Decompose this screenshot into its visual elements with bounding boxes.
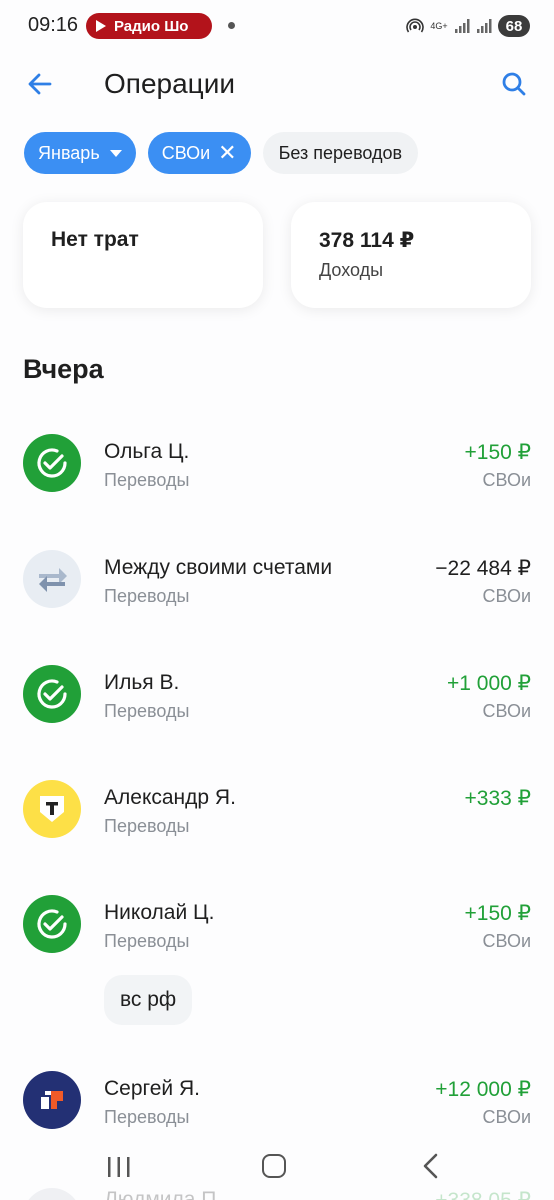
transaction-amount: −22 484 ₽ bbox=[435, 557, 531, 580]
transaction-name: Николай Ц. bbox=[104, 901, 215, 924]
expenses-card[interactable]: Нет трат bbox=[23, 202, 263, 308]
operations-screen: 09:16 Радио Шо 4G+ 68 Операции Январь СВ… bbox=[0, 0, 554, 1200]
sber-check-icon bbox=[23, 434, 81, 492]
transaction-tag: СВОи bbox=[482, 701, 531, 721]
top-app-bar: Операции bbox=[0, 58, 554, 110]
transaction-amount: +1 000 ₽ bbox=[446, 672, 531, 695]
chevron-down-icon bbox=[109, 149, 122, 157]
month-filter-chip[interactable]: Январь bbox=[24, 132, 136, 174]
status-icons: 4G+ 68 bbox=[406, 14, 530, 38]
arrow-left-icon bbox=[28, 73, 52, 95]
transaction-row[interactable]: Александр Я. Переводы +333 ₽ bbox=[0, 780, 554, 870]
signal-icon bbox=[455, 19, 470, 33]
transaction-amount: +150 ₽ bbox=[464, 441, 532, 464]
expenses-label: Нет трат bbox=[51, 228, 139, 251]
transaction-category: Переводы bbox=[104, 586, 190, 606]
filter-chips: Январь СВОи ✕ Без переводов bbox=[24, 132, 419, 174]
transaction-comment: вс рф bbox=[104, 975, 193, 1025]
transaction-amount: +150 ₽ bbox=[464, 902, 532, 925]
transaction-name: Между своими счетами bbox=[104, 556, 333, 579]
income-label: Доходы bbox=[319, 260, 384, 280]
status-time: 09:16 bbox=[28, 14, 79, 36]
tag-filter-label: СВОи bbox=[161, 142, 211, 163]
transaction-name: Александр Я. bbox=[104, 786, 236, 809]
transaction-row[interactable]: Ольга Ц. Переводы +150 ₽ СВОи bbox=[0, 434, 554, 524]
signal-icon-2 bbox=[477, 19, 492, 33]
system-nav-bar bbox=[0, 1142, 554, 1192]
transaction-tag: СВОи bbox=[482, 931, 531, 951]
income-card[interactable]: 378 114 ₽ Доходы bbox=[291, 202, 531, 308]
search-icon bbox=[502, 72, 526, 96]
section-date-header: Вчера bbox=[23, 354, 104, 384]
transaction-category: Переводы bbox=[104, 701, 190, 721]
media-pill-label: Радио Шо bbox=[114, 17, 189, 35]
sber-check-icon bbox=[23, 665, 81, 723]
transaction-name: Сергей Я. bbox=[104, 1077, 200, 1100]
transaction-row[interactable]: Николай Ц. Переводы +150 ₽ СВОи вс рф bbox=[0, 895, 554, 1025]
transaction-row[interactable]: Между своими счетами Переводы −22 484 ₽ … bbox=[0, 550, 554, 640]
battery-indicator: 68 bbox=[498, 15, 530, 37]
nav-back-icon[interactable] bbox=[418, 1152, 442, 1180]
notification-dot bbox=[228, 22, 235, 29]
status-bar: 09:16 Радио Шо 4G+ 68 bbox=[0, 0, 554, 52]
transaction-row[interactable]: Илья В. Переводы +1 000 ₽ СВОи bbox=[0, 665, 554, 755]
tbank-icon bbox=[23, 780, 81, 838]
close-icon[interactable]: ✕ bbox=[218, 142, 236, 164]
tag-filter-chip[interactable]: СВОи ✕ bbox=[147, 132, 251, 174]
search-button[interactable] bbox=[496, 66, 532, 102]
transaction-tag: СВОи bbox=[482, 470, 531, 490]
month-filter-label: Январь bbox=[38, 142, 100, 163]
back-button[interactable] bbox=[22, 66, 58, 102]
media-pill[interactable]: Радио Шо bbox=[86, 13, 212, 39]
no-transfers-label: Без переводов bbox=[278, 142, 403, 163]
transaction-category: Переводы bbox=[104, 816, 190, 836]
transaction-name: Илья В. bbox=[104, 671, 180, 694]
no-transfers-chip[interactable]: Без переводов bbox=[262, 132, 419, 174]
transaction-name: Ольга Ц. bbox=[104, 440, 190, 463]
transaction-tag: СВОи bbox=[482, 586, 531, 606]
sber-check-icon bbox=[23, 895, 81, 953]
page-title: Операции bbox=[104, 68, 235, 99]
recent-apps-icon[interactable] bbox=[106, 1156, 132, 1178]
transaction-category: Переводы bbox=[104, 470, 190, 490]
transaction-tag: СВОи bbox=[482, 1107, 531, 1127]
play-icon bbox=[96, 20, 106, 32]
hotspot-icon bbox=[406, 18, 424, 33]
transaction-amount: +333 ₽ bbox=[464, 787, 532, 810]
transaction-amount: +12 000 ₽ bbox=[435, 1078, 531, 1101]
transfer-arrows-icon bbox=[23, 550, 81, 608]
income-amount: 378 114 ₽ bbox=[319, 229, 415, 252]
transaction-category: Переводы bbox=[104, 1107, 190, 1127]
bank-logo-icon bbox=[23, 1071, 81, 1129]
transaction-category: Переводы bbox=[104, 931, 190, 951]
network-type: 4G+ bbox=[430, 20, 448, 31]
home-icon[interactable] bbox=[262, 1154, 286, 1178]
